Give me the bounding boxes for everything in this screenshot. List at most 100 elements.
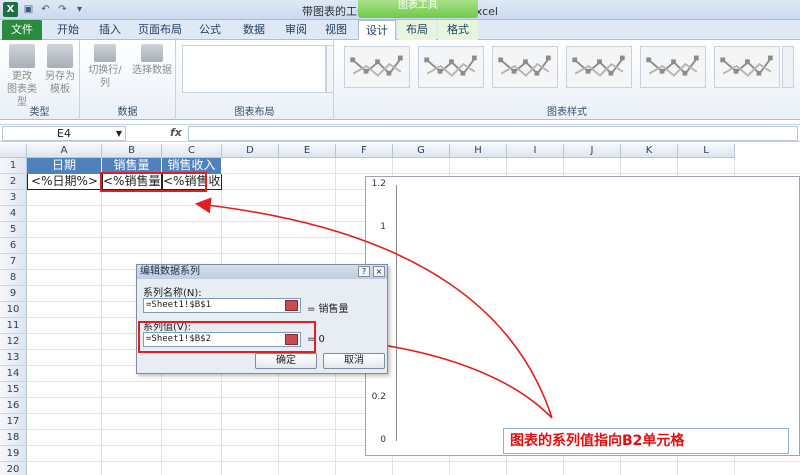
cell-b2[interactable]: <%销售量%> [102,174,162,190]
tab-file[interactable]: 文件 [2,20,42,40]
group-type: 更改 图表类型 另存为 模板 类型 [0,40,80,120]
series-name-input[interactable]: =Sheet1!$B$1 [143,298,301,313]
worksheet-grid: A B C D E F G H I J K L 1 2 3 4 5 6 7 8 9 10 11 12 13 14 15 16 17 18 1… [0,144,800,475]
chevron-down-icon[interactable]: ▼ [116,127,122,140]
column-header-e[interactable]: E [279,144,336,158]
ok-button[interactable]: 确定 [255,353,317,369]
row-header-16[interactable]: 16 [0,398,27,414]
formula-bar: E4 ▼ fx [0,124,800,142]
cell-c1[interactable]: 销售收入 [162,158,222,174]
column-header-j[interactable]: J [564,144,621,158]
row-header-4[interactable]: 4 [0,206,27,222]
select-all-corner[interactable] [0,144,27,158]
close-button[interactable]: × [373,266,385,277]
cell-a2[interactable]: <%日期%> [27,174,102,190]
range-picker-icon[interactable] [285,300,298,311]
row-header-14[interactable]: 14 [0,366,27,382]
row-header-8[interactable]: 8 [0,270,27,286]
series-values-result: = 0 [307,334,325,345]
tab-view[interactable]: 视图 [318,20,354,40]
tab-formulas[interactable]: 公式 [192,20,228,40]
row-header-18[interactable]: 18 [0,430,27,446]
switch-row-column-button[interactable]: 切换行/列 [84,44,126,90]
row-header-9[interactable]: 9 [0,286,27,302]
ribbon-tabs: 文件 开始 插入 页面布局 公式 数据 审阅 视图 设计 布局 格式 [0,20,800,40]
chart-style-thumbnail[interactable] [714,46,780,88]
range-picker-icon[interactable] [285,334,298,345]
chart-tools-header: 图表工具 [358,0,478,18]
cell-b1[interactable]: 销售量 [102,158,162,174]
dialog-title-bar: 编辑数据系列 ? × [137,265,387,279]
column-header-d[interactable]: D [222,144,279,158]
row-header-5[interactable]: 5 [0,222,27,238]
tab-design[interactable]: 设计 [358,20,396,40]
row-header-15[interactable]: 15 [0,382,27,398]
column-header-b[interactable]: B [102,144,162,158]
chart-layout-scroll[interactable] [326,45,334,93]
tab-layout[interactable]: 布局 [398,20,436,40]
title-bar: X ▣ ↶ ↷ ▾ 带图表的工作表.xlsx - Microsoft Excel… [0,0,800,20]
cell-c2[interactable]: <%销售收入%> [162,174,222,190]
tab-format[interactable]: 格式 [438,20,478,40]
column-header-f[interactable]: F [336,144,393,158]
row-header-7[interactable]: 7 [0,254,27,270]
group-data: 切换行/列 选择数据 数据 [80,40,176,120]
row-header-13[interactable]: 13 [0,350,27,366]
group-label-layout: 图表布局 [234,107,275,118]
select-data-icon [141,44,163,62]
change-chart-type-button[interactable]: 更改 图表类型 [4,44,40,109]
y-tick-label: 0 [380,435,386,445]
row-header-17[interactable]: 17 [0,414,27,430]
cell-a1[interactable]: 日期 [27,158,102,174]
row-header-10[interactable]: 10 [0,302,27,318]
column-header-h[interactable]: H [450,144,507,158]
formula-input[interactable] [188,126,798,141]
y-tick-label: 0.2 [371,392,386,403]
row-header-2[interactable]: 2 [0,174,27,190]
group-label-type: 类型 [29,107,50,118]
chart-object[interactable]: 1.210.80.60.40.20 [365,176,800,456]
row-header-19[interactable]: 19 [0,446,27,462]
group-label-styles: 图表样式 [547,107,587,118]
help-button[interactable]: ? [358,266,370,277]
tab-data[interactable]: 数据 [236,20,272,40]
column-header-g[interactable]: G [393,144,450,158]
column-header-a[interactable]: A [27,144,102,158]
cancel-button[interactable]: 取消 [323,353,385,369]
chart-style-thumbnail[interactable] [566,46,632,88]
chart-style-thumbnail[interactable] [344,46,410,88]
row-header-11[interactable]: 11 [0,318,27,334]
chart-style-thumbnail[interactable] [492,46,558,88]
chart-plot-area [396,185,799,441]
column-header-c[interactable]: C [162,144,222,158]
chart-style-scroll[interactable] [782,46,794,88]
column-header-l[interactable]: L [678,144,735,158]
chart-style-thumbnail[interactable] [418,46,484,88]
group-chart-layout: 图表布局 [176,40,334,120]
fx-icon[interactable]: fx [170,126,182,139]
tab-review[interactable]: 审阅 [278,20,314,40]
dialog-title: 编辑数据系列 [140,266,200,277]
column-header-k[interactable]: K [621,144,678,158]
name-box[interactable]: E4 ▼ [2,126,126,141]
select-data-button[interactable]: 选择数据 [130,44,174,77]
chart-layout-gallery[interactable] [182,45,326,93]
line-chart-style-icon [720,55,773,77]
row-header-6[interactable]: 6 [0,238,27,254]
save-as-template-button[interactable]: 另存为 模板 [42,44,78,96]
chart-style-thumbnail[interactable] [640,46,706,88]
row-header-1[interactable]: 1 [0,158,27,174]
tab-home[interactable]: 开始 [48,20,88,40]
y-tick-label: 1 [380,221,386,232]
template-icon [47,44,73,68]
series-values-input[interactable]: =Sheet1!$B$2 [143,332,301,347]
row-header-12[interactable]: 12 [0,334,27,350]
column-header-i[interactable]: I [507,144,564,158]
row-header-20[interactable]: 20 [0,462,27,475]
row-header-3[interactable]: 3 [0,190,27,206]
tab-insert[interactable]: 插入 [92,20,128,40]
line-chart-style-icon [350,55,403,77]
series-values-label: 系列值(V): [143,322,192,333]
y-tick-label: 1.2 [371,179,386,189]
tab-page-layout[interactable]: 页面布局 [132,20,188,40]
